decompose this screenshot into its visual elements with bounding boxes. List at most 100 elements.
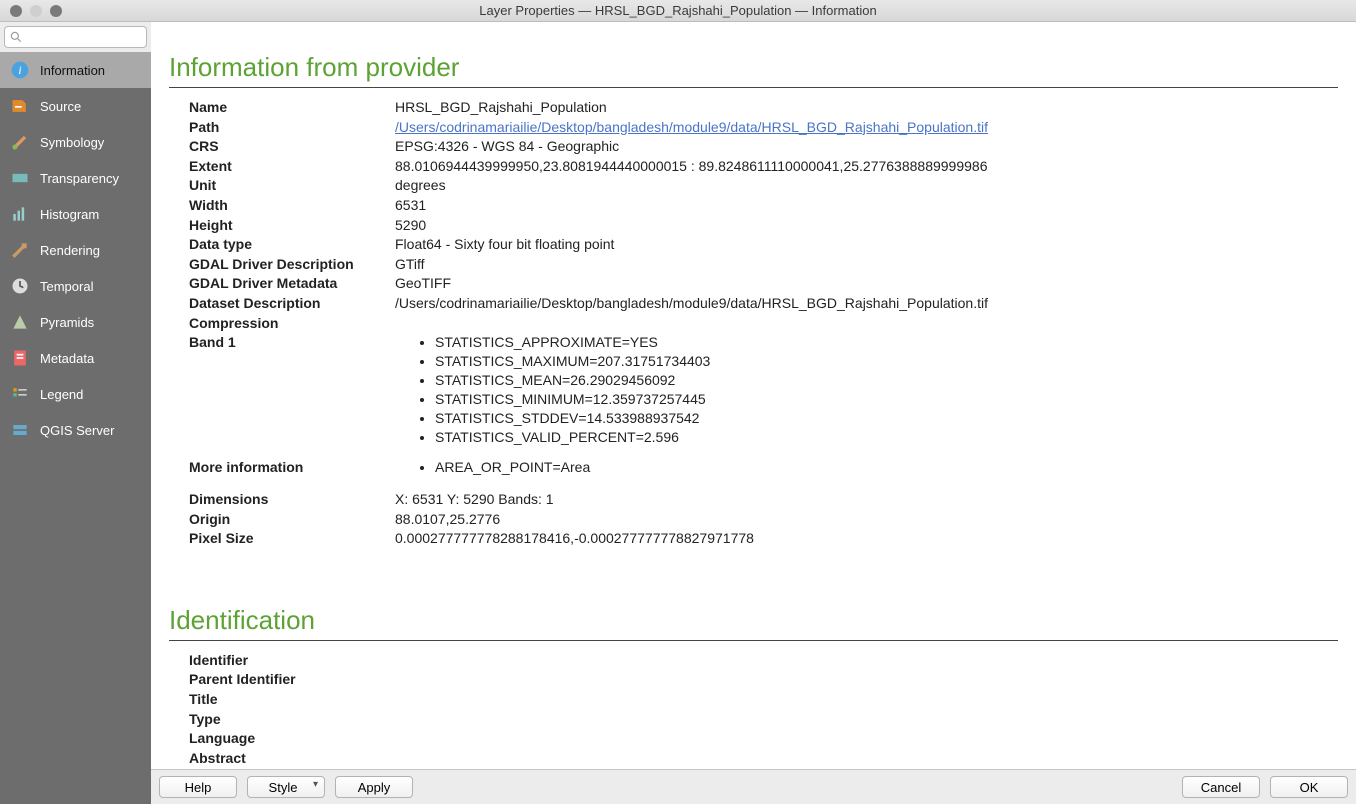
section-title-provider: Information from provider	[169, 52, 1338, 83]
sidebar-item-label: Information	[40, 63, 105, 78]
temporal-icon	[10, 276, 30, 296]
sidebar-item-transparency[interactable]: Transparency	[0, 160, 151, 196]
sidebar-item-symbology[interactable]: Symbology	[0, 124, 151, 160]
metadata-icon	[10, 348, 30, 368]
sidebar-item-rendering[interactable]: Rendering	[0, 232, 151, 268]
help-button[interactable]: Help	[159, 776, 237, 798]
label-height: Height	[189, 216, 395, 236]
pyramids-icon	[10, 312, 30, 332]
ok-button[interactable]: OK	[1270, 776, 1348, 798]
legend-icon	[10, 384, 30, 404]
label-path: Path	[189, 118, 395, 138]
band-stat-item: STATISTICS_MEAN=26.29029456092	[435, 371, 1338, 390]
sidebar-item-label: Transparency	[40, 171, 119, 186]
search-input[interactable]	[4, 26, 147, 48]
sidebar-item-label: Histogram	[40, 207, 99, 222]
transparency-icon	[10, 168, 30, 188]
minimize-window-icon[interactable]	[30, 5, 42, 17]
band-stat-item: STATISTICS_MINIMUM=12.359737257445	[435, 390, 1338, 409]
sidebar: i Information Source Symbology Transparency H…	[0, 22, 151, 804]
zoom-window-icon[interactable]	[50, 5, 62, 17]
divider	[169, 640, 1338, 641]
label-dimensions: Dimensions	[189, 490, 395, 510]
label-band1: Band 1	[189, 333, 395, 353]
sidebar-item-pyramids[interactable]: Pyramids	[0, 304, 151, 340]
value-width: 6531	[395, 196, 1338, 216]
window-body: i Information Source Symbology Transparency H…	[0, 22, 1356, 804]
sidebar-item-legend[interactable]: Legend	[0, 376, 151, 412]
section-title-identification: Identification	[169, 605, 1338, 636]
value-data-type: Float64 - Sixty four bit floating point	[395, 235, 1338, 255]
label-origin: Origin	[189, 510, 395, 530]
source-icon	[10, 96, 30, 116]
sidebar-item-label: Pyramids	[40, 315, 94, 330]
svg-text:i: i	[18, 64, 21, 77]
label-parent-identifier: Parent Identifier	[189, 670, 395, 690]
label-dataset-desc: Dataset Description	[189, 294, 395, 314]
value-path-link[interactable]: /Users/codrinamariailie/Desktop/banglade…	[395, 119, 988, 135]
value-dimensions: X: 6531 Y: 5290 Bands: 1	[395, 490, 1338, 510]
identification-block: Identifier Parent Identifier Title Type …	[169, 651, 1338, 769]
value-gdal-driver-meta: GeoTIFF	[395, 274, 1338, 294]
server-icon	[10, 420, 30, 440]
label-identifier: Identifier	[189, 651, 395, 671]
label-width: Width	[189, 196, 395, 216]
info-icon: i	[10, 60, 30, 80]
value-unit: degrees	[395, 176, 1338, 196]
sidebar-item-temporal[interactable]: Temporal	[0, 268, 151, 304]
divider	[169, 87, 1338, 88]
label-title: Title	[189, 690, 395, 710]
layer-properties-window: Layer Properties — HRSL_BGD_Rajshahi_Pop…	[0, 0, 1356, 804]
label-gdal-driver-desc: GDAL Driver Description	[189, 255, 395, 275]
band-stat-item: STATISTICS_VALID_PERCENT=2.596	[435, 428, 1338, 447]
cancel-button[interactable]: Cancel	[1182, 776, 1260, 798]
label-extent: Extent	[189, 157, 395, 177]
histogram-icon	[10, 204, 30, 224]
band-stat-item: STATISTICS_APPROXIMATE=YES	[435, 333, 1338, 352]
symbology-icon	[10, 132, 30, 152]
label-unit: Unit	[189, 176, 395, 196]
label-categories: Categories	[189, 768, 395, 769]
sidebar-item-information[interactable]: i Information	[0, 52, 151, 88]
sidebar-item-label: QGIS Server	[40, 423, 114, 438]
more-info-item: AREA_OR_POINT=Area	[435, 458, 1338, 477]
value-crs: EPSG:4326 - WGS 84 - Geographic	[395, 137, 1338, 157]
apply-button[interactable]: Apply	[335, 776, 413, 798]
value-height: 5290	[395, 216, 1338, 236]
window-controls	[0, 5, 62, 17]
close-window-icon[interactable]	[10, 5, 22, 17]
window-title: Layer Properties — HRSL_BGD_Rajshahi_Pop…	[0, 3, 1356, 18]
sidebar-item-label: Temporal	[40, 279, 93, 294]
label-pixel-size: Pixel Size	[189, 529, 395, 549]
label-abstract: Abstract	[189, 749, 395, 769]
label-more-info: More information	[189, 458, 395, 478]
band-stat-item: STATISTICS_STDDEV=14.533988937542	[435, 409, 1338, 428]
sidebar-item-qgis-server[interactable]: QGIS Server	[0, 412, 151, 448]
value-origin: 88.0107,25.2776	[395, 510, 1338, 530]
band1-stats-list: STATISTICS_APPROXIMATE=YESSTATISTICS_MAX…	[435, 333, 1338, 446]
label-type: Type	[189, 710, 395, 730]
label-compression: Compression	[189, 314, 395, 334]
value-gdal-driver-desc: GTiff	[395, 255, 1338, 275]
label-data-type: Data type	[189, 235, 395, 255]
value-pixel-size: 0.000277777778288178416,-0.0002777777788…	[395, 529, 1338, 549]
sidebar-item-label: Metadata	[40, 351, 94, 366]
label-name: Name	[189, 98, 395, 118]
label-language: Language	[189, 729, 395, 749]
sidebar-item-source[interactable]: Source	[0, 88, 151, 124]
sidebar-item-label: Rendering	[40, 243, 100, 258]
sidebar-item-label: Source	[40, 99, 81, 114]
sidebar-item-metadata[interactable]: Metadata	[0, 340, 151, 376]
sidebar-item-label: Symbology	[40, 135, 104, 150]
value-name: HRSL_BGD_Rajshahi_Population	[395, 98, 1338, 118]
style-button[interactable]: Style	[247, 776, 325, 798]
content-pane: Information from provider NameHRSL_BGD_R…	[151, 22, 1356, 804]
search-wrap	[0, 22, 151, 52]
titlebar: Layer Properties — HRSL_BGD_Rajshahi_Pop…	[0, 0, 1356, 22]
sidebar-item-histogram[interactable]: Histogram	[0, 196, 151, 232]
value-extent: 88.0106944439999950,23.8081944440000015 …	[395, 157, 1338, 177]
band-stat-item: STATISTICS_MAXIMUM=207.31751734403	[435, 352, 1338, 371]
scroll-area[interactable]: Information from provider NameHRSL_BGD_R…	[151, 22, 1356, 769]
sidebar-item-label: Legend	[40, 387, 83, 402]
sidebar-nav: i Information Source Symbology Transparency H…	[0, 52, 151, 804]
